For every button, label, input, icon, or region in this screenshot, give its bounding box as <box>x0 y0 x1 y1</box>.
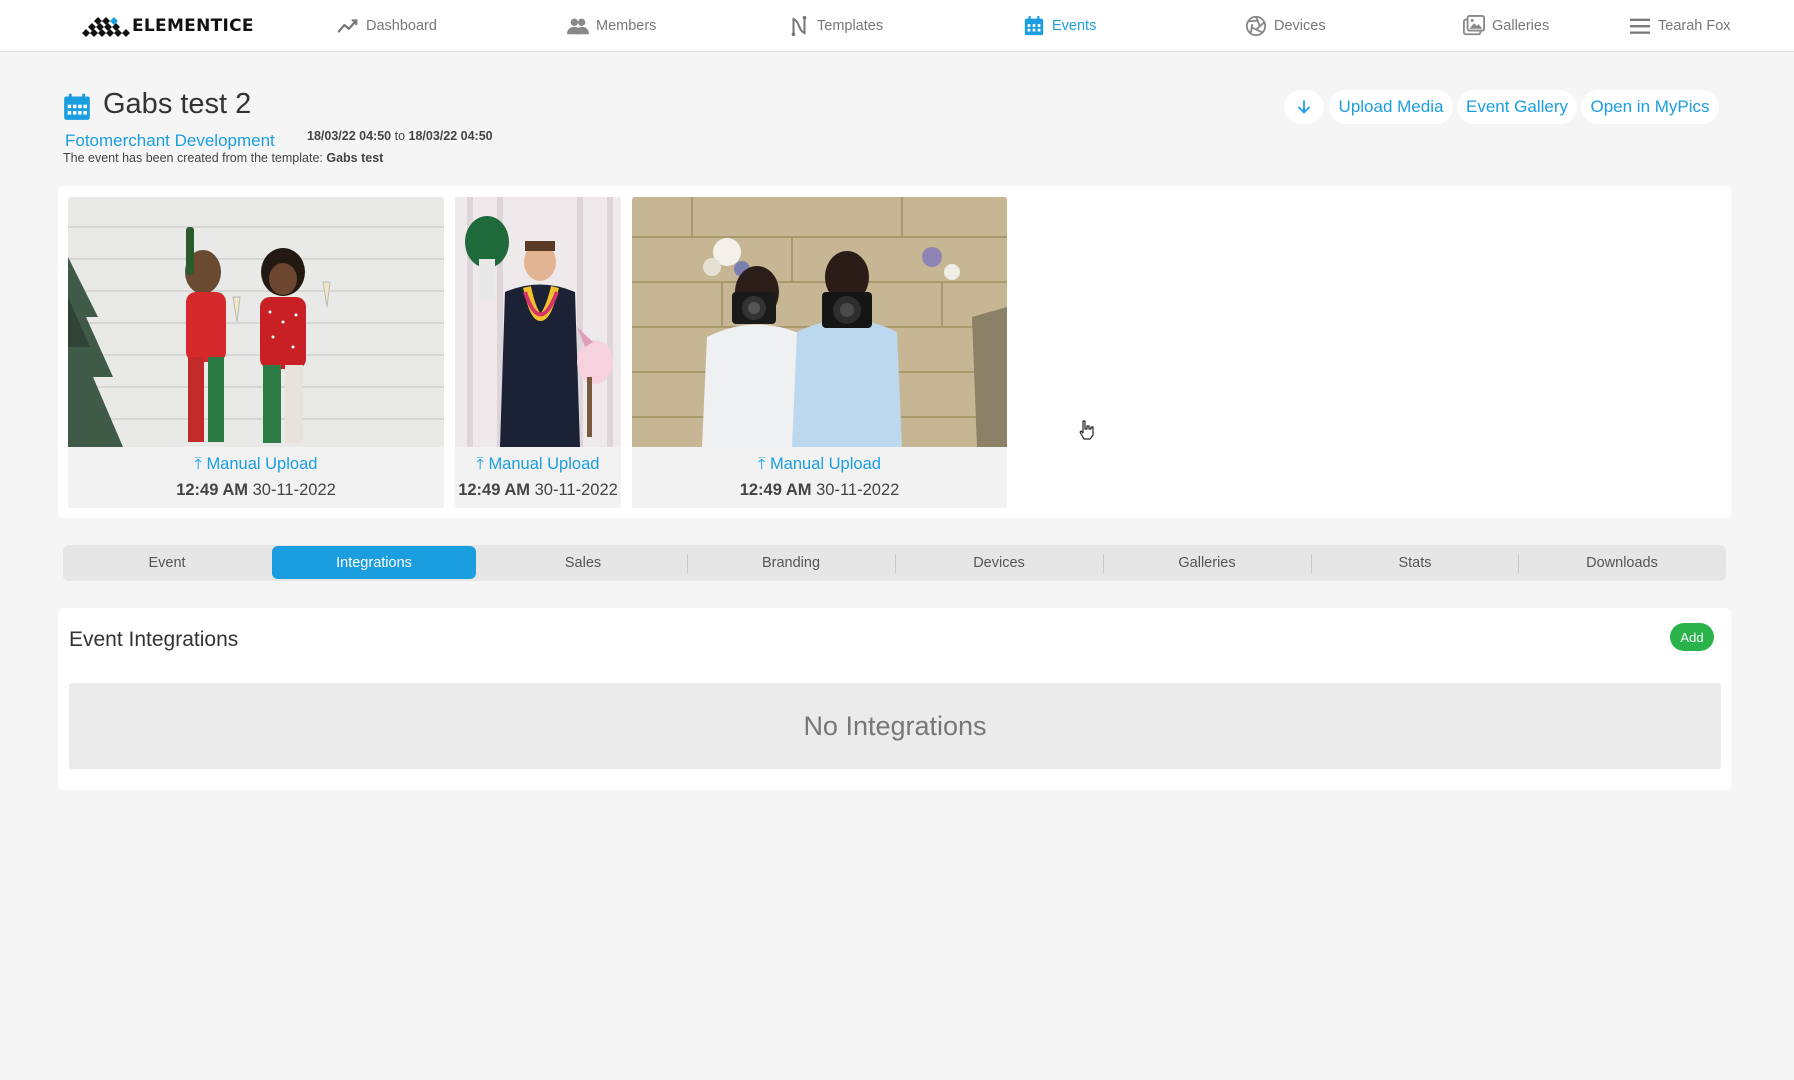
hand-cursor-icon <box>1079 420 1094 440</box>
download-button[interactable] <box>1284 90 1324 124</box>
nav-label: Members <box>596 18 657 34</box>
nav-label: Templates <box>817 18 884 34</box>
hamburger-menu-icon <box>1629 18 1651 34</box>
event-tabs: Event Integrations Sales Branding Device… <box>63 545 1726 581</box>
media-photo[interactable] <box>68 197 444 447</box>
section-title: Event Integrations <box>69 628 239 651</box>
template-prefix: The event has been created from the temp… <box>63 151 323 165</box>
upload-media-button[interactable]: Upload Media <box>1329 90 1453 124</box>
photo-christmas-women <box>68 197 444 447</box>
media-timestamp: 12:49 AM 30-11-2022 <box>455 481 621 500</box>
tab-stats[interactable]: Stats <box>1311 545 1519 581</box>
photo-boxing-glove-man <box>455 197 621 447</box>
event-gallery-button[interactable]: Event Gallery <box>1457 90 1577 124</box>
camera-aperture-icon <box>1245 15 1267 37</box>
nav-events[interactable]: Events <box>1023 0 1096 52</box>
organization-link[interactable]: Fotomerchant Development <box>65 131 275 151</box>
media-source-label: Manual Upload <box>206 455 318 473</box>
media-source-label: Manual Upload <box>488 455 600 473</box>
calendar-icon <box>1024 15 1044 36</box>
empty-state: No Integrations <box>69 683 1721 769</box>
media-timestamp: 12:49 AM 30-11-2022 <box>632 481 1007 500</box>
photo-photographers <box>632 197 1007 447</box>
upload-icon: ⤒ <box>194 455 202 473</box>
nav-devices[interactable]: Devices <box>1245 0 1326 52</box>
media-photo[interactable] <box>455 197 621 447</box>
tab-downloads[interactable]: Downloads <box>1518 545 1726 581</box>
media-time: 12:49 AM <box>176 481 249 499</box>
media-time: 12:49 AM <box>739 481 812 499</box>
media-item[interactable]: ⤒ Manual Upload 12:49 AM 30-11-2022 <box>68 197 444 508</box>
template-name: Gabs test <box>326 151 384 165</box>
user-name: Tearah Fox <box>1658 18 1731 34</box>
media-time: 12:49 AM <box>458 481 531 499</box>
tab-event[interactable]: Event <box>63 545 271 581</box>
media-source[interactable]: ⤒ Manual Upload <box>455 455 621 474</box>
upload-icon: ⤒ <box>476 455 484 473</box>
open-in-mypics-button[interactable]: Open in MyPics <box>1581 90 1719 124</box>
media-date: 30-11-2022 <box>252 481 336 499</box>
media-date: 30-11-2022 <box>534 481 618 499</box>
top-navigation-bar: ELEMENTICE Dashboard Members Templates E… <box>0 0 1794 52</box>
tab-devices[interactable]: Devices <box>895 545 1103 581</box>
nav-label: Events <box>1052 18 1097 34</box>
elementice-logo-icon <box>82 17 130 37</box>
tab-galleries[interactable]: Galleries <box>1103 545 1311 581</box>
upload-icon: ⤒ <box>758 455 766 473</box>
media-source-label: Manual Upload <box>769 455 881 473</box>
nav-dashboard[interactable]: Dashboard <box>337 0 437 52</box>
nav-label: Devices <box>1274 18 1326 34</box>
image-gallery-icon <box>1463 15 1485 36</box>
tab-integrations[interactable]: Integrations <box>272 546 476 579</box>
media-item[interactable]: ⤒ Manual Upload 12:49 AM 30-11-2022 <box>455 197 621 508</box>
date-separator: to <box>394 129 406 143</box>
nav-label: Dashboard <box>366 18 437 34</box>
arrow-down-icon <box>1298 100 1310 114</box>
tab-branding[interactable]: Branding <box>687 545 895 581</box>
event-end: 18/03/22 04:50 <box>408 129 493 143</box>
chart-line-icon <box>337 19 358 33</box>
nav-galleries[interactable]: Galleries <box>1463 0 1549 52</box>
template-note: The event has been created from the temp… <box>63 151 383 165</box>
media-photo[interactable] <box>632 197 1007 447</box>
tab-sales[interactable]: Sales <box>479 545 687 581</box>
media-timestamp: 12:49 AM 30-11-2022 <box>68 481 444 500</box>
user-menu[interactable]: Tearah Fox <box>1629 0 1731 52</box>
page-title: Gabs test 2 <box>103 88 252 120</box>
nav-templates[interactable]: Templates <box>788 0 883 52</box>
event-start: 18/03/22 04:50 <box>307 129 392 143</box>
event-date-range: 18/03/22 04:50 to 18/03/22 04:50 <box>307 129 493 143</box>
media-source[interactable]: ⤒ Manual Upload <box>68 455 444 474</box>
brand-logo[interactable]: ELEMENTICE <box>80 13 254 39</box>
users-icon <box>567 18 589 35</box>
nav-members[interactable]: Members <box>567 0 656 52</box>
media-item[interactable]: ⤒ Manual Upload 12:49 AM 30-11-2022 <box>632 197 1007 508</box>
templates-icon <box>791 15 807 37</box>
brand-name: ELEMENTICE <box>132 16 254 36</box>
media-date: 30-11-2022 <box>816 481 900 499</box>
event-calendar-icon <box>64 93 90 120</box>
add-integration-button[interactable]: Add <box>1670 623 1714 651</box>
media-source[interactable]: ⤒ Manual Upload <box>632 455 1007 474</box>
nav-label: Galleries <box>1492 18 1550 34</box>
